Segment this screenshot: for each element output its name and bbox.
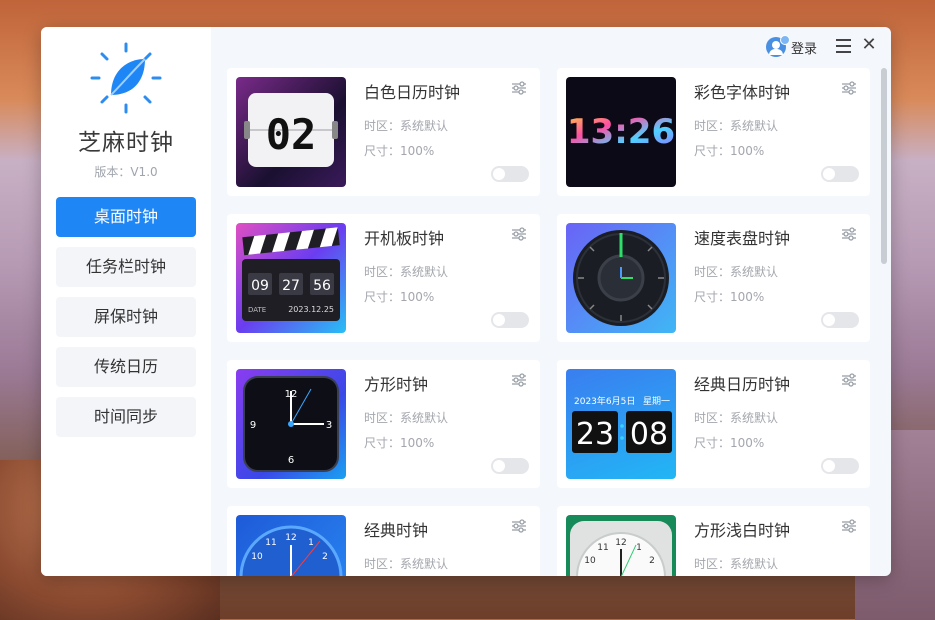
clock-thumbnail: 12 3 6 9: [236, 369, 346, 479]
card-timezone: 时区：系统默认: [364, 557, 449, 571]
svg-text:2: 2: [649, 556, 655, 566]
sliders-icon[interactable]: [511, 80, 527, 96]
svg-text:星期一: 星期一: [643, 396, 670, 407]
card-title: 经典日历时钟: [694, 375, 791, 394]
svg-text:6: 6: [288, 455, 294, 466]
sliders-icon[interactable]: [841, 372, 857, 388]
svg-text:3: 3: [326, 420, 332, 431]
svg-text:23: 23: [576, 417, 614, 452]
svg-text:10: 10: [251, 552, 263, 562]
clock-card-classic[interactable]: 12 11 1 10 2 经典时钟 时区：系统默认: [227, 506, 540, 576]
svg-text:56: 56: [313, 278, 331, 294]
svg-text:9: 9: [250, 420, 256, 431]
app-window: 芝麻时钟 版本：V1.0 桌面时钟 任务栏时钟 屏保时钟 传统日历 时间同步 登…: [41, 27, 891, 576]
nav-item-screensaver-clock[interactable]: 屏保时钟: [56, 297, 196, 337]
menu-icon[interactable]: [836, 39, 851, 54]
card-title: 方形浅白时钟: [694, 521, 791, 540]
svg-text:2023年6月5日: 2023年6月5日: [574, 395, 635, 407]
card-size: 尺寸：100%: [694, 144, 765, 158]
clock-thumbnail: 12 11 1 10 2: [566, 515, 676, 576]
card-title: 彩色字体时钟: [694, 83, 791, 102]
card-title: 方形时钟: [364, 375, 429, 394]
app-version: 版本：V1.0: [94, 165, 158, 179]
nav-item-desktop-clock[interactable]: 桌面时钟: [56, 197, 196, 237]
card-timezone: 时区：系统默认: [694, 265, 779, 279]
svg-text:08: 08: [630, 417, 668, 452]
svg-text:DATE: DATE: [248, 306, 266, 314]
user-avatar-icon: [765, 35, 790, 57]
card-timezone: 时区：系统默认: [364, 265, 449, 279]
card-title: 开机板时钟: [364, 229, 445, 248]
clock-thumbnail: 13:26: [566, 77, 676, 187]
thumb-digits: 02: [266, 110, 317, 159]
svg-text:1: 1: [636, 543, 642, 553]
sliders-icon[interactable]: [511, 226, 527, 242]
login-button[interactable]: 登录: [765, 35, 817, 57]
clock-card-white-calendar[interactable]: 02 白色日历时钟 时区：系统默认 尺寸：100%: [227, 68, 540, 196]
card-timezone: 时区：系统默认: [694, 411, 779, 425]
clock-thumbnail: 09 27 56 DATE 2023.12.25: [236, 223, 346, 333]
title-bar: 登录 ✕: [211, 27, 891, 67]
svg-text:27: 27: [282, 278, 300, 294]
card-title: 白色日历时钟: [364, 83, 461, 102]
clock-card-square-light[interactable]: 12 11 1 10 2 方形浅白时钟 时区：系统默认: [557, 506, 870, 576]
card-size: 尺寸：100%: [694, 436, 765, 450]
close-icon[interactable]: ✕: [861, 36, 877, 54]
app-logo-icon: [90, 42, 162, 114]
svg-text:11: 11: [265, 538, 276, 548]
svg-text:11: 11: [597, 543, 608, 553]
card-timezone: 时区：系统默认: [364, 119, 449, 133]
enable-toggle[interactable]: [491, 166, 529, 182]
svg-text:2: 2: [322, 552, 328, 562]
card-timezone: 时区：系统默认: [364, 411, 449, 425]
enable-toggle[interactable]: [821, 166, 859, 182]
svg-text:09: 09: [251, 278, 269, 294]
clock-card-square[interactable]: 12 3 6 9 方形时钟 时区：系统默认 尺寸：100%: [227, 360, 540, 488]
card-timezone: 时区：系统默认: [694, 557, 779, 571]
clock-card-classic-calendar[interactable]: 2023年6月5日 星期一 23 08 经典日历时钟 时区：系统默认 尺寸：10…: [557, 360, 870, 488]
card-title: 速度表盘时钟: [694, 229, 791, 248]
card-size: 尺寸：100%: [694, 290, 765, 304]
sidebar: 芝麻时钟 版本：V1.0 桌面时钟 任务栏时钟 屏保时钟 传统日历 时间同步: [41, 27, 211, 576]
clock-thumbnail: 02: [236, 77, 346, 187]
clock-thumbnail: 12 11 1 10 2: [236, 515, 346, 576]
enable-toggle[interactable]: [491, 312, 529, 328]
sliders-icon[interactable]: [511, 372, 527, 388]
clock-grid: 02 白色日历时钟 时区：系统默认 尺寸：100% 13:26 彩色字体时钟 时…: [227, 68, 871, 576]
svg-text:1: 1: [308, 538, 314, 548]
sidebar-nav: 桌面时钟 任务栏时钟 屏保时钟 传统日历 时间同步: [56, 197, 196, 447]
svg-text:12: 12: [285, 533, 296, 543]
sliders-icon[interactable]: [841, 226, 857, 242]
sliders-icon[interactable]: [511, 518, 527, 534]
svg-text:12: 12: [615, 538, 626, 548]
login-label: 登录: [790, 41, 817, 57]
clock-card-color-font[interactable]: 13:26 彩色字体时钟 时区：系统默认 尺寸：100%: [557, 68, 870, 196]
clock-card-clapper[interactable]: 09 27 56 DATE 2023.12.25 开机板时钟 时区：系统默认 尺…: [227, 214, 540, 342]
clock-card-speedometer[interactable]: 速度表盘时钟 时区：系统默认 尺寸：100%: [557, 214, 870, 342]
card-title: 经典时钟: [364, 521, 429, 540]
clock-thumbnail: [566, 223, 676, 333]
card-timezone: 时区：系统默认: [694, 119, 779, 133]
content-scrollbar[interactable]: [881, 68, 887, 264]
card-size: 尺寸：100%: [364, 436, 435, 450]
svg-text:2023.12.25: 2023.12.25: [288, 305, 334, 314]
app-name: 芝麻时钟: [78, 130, 174, 156]
sliders-icon[interactable]: [841, 518, 857, 534]
thumb-time: 13:26: [567, 112, 675, 152]
nav-item-taskbar-clock[interactable]: 任务栏时钟: [56, 247, 196, 287]
clock-thumbnail: 2023年6月5日 星期一 23 08: [566, 369, 676, 479]
nav-item-traditional-calendar[interactable]: 传统日历: [56, 347, 196, 387]
nav-item-time-sync[interactable]: 时间同步: [56, 397, 196, 437]
card-size: 尺寸：100%: [364, 290, 435, 304]
card-size: 尺寸：100%: [364, 144, 435, 158]
sliders-icon[interactable]: [841, 80, 857, 96]
enable-toggle[interactable]: [491, 458, 529, 474]
enable-toggle[interactable]: [821, 312, 859, 328]
enable-toggle[interactable]: [821, 458, 859, 474]
svg-text:10: 10: [584, 556, 596, 566]
